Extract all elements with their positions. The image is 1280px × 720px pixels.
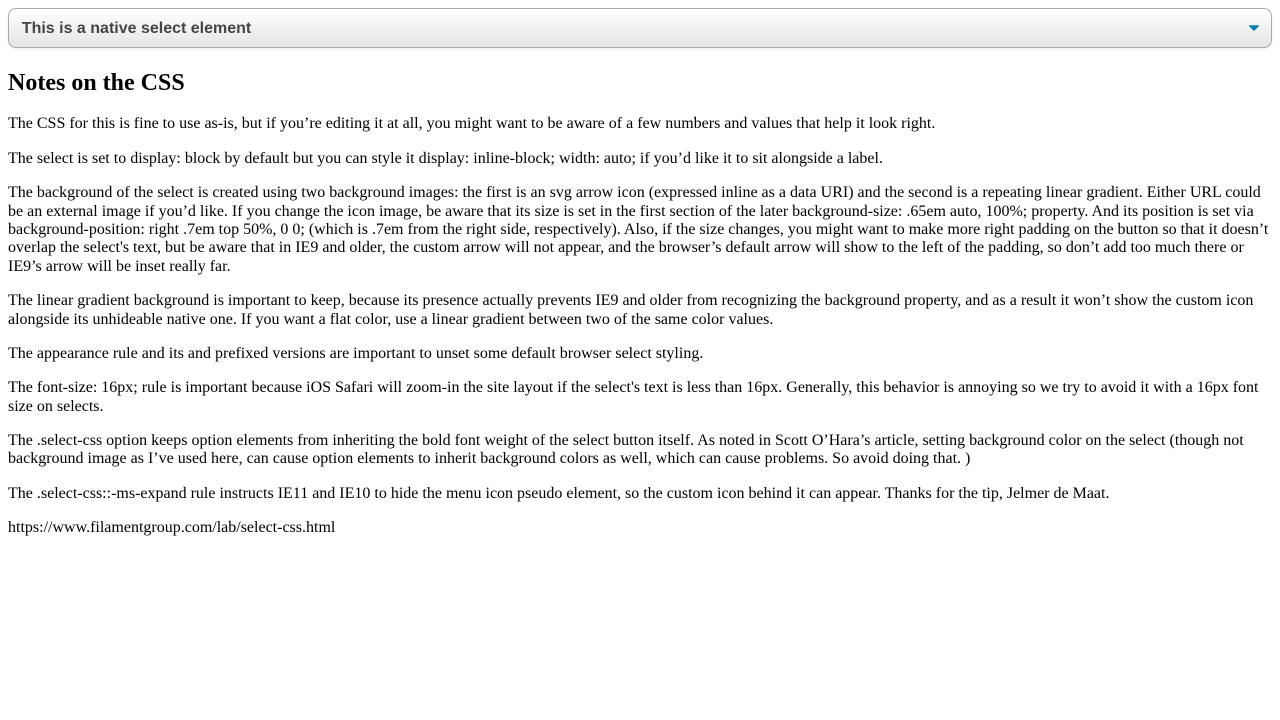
body-paragraph: The select is set to display: block by d… (8, 150, 1272, 168)
page-title: Notes on the CSS (8, 70, 1272, 97)
body-paragraph: The .select-css option keeps option elem… (8, 432, 1272, 469)
body-paragraph: The font-size: 16px; rule is important b… (8, 379, 1272, 416)
body-paragraph: The appearance rule and its and prefixed… (8, 345, 1272, 363)
body-paragraph: The linear gradient background is import… (8, 292, 1272, 329)
body-paragraph: The background of the select is created … (8, 184, 1272, 276)
body-paragraph: The .select-css::-ms-expand rule instruc… (8, 485, 1272, 503)
body-paragraph: The CSS for this is fine to use as-is, b… (8, 115, 1272, 133)
body-paragraph: https://www.filamentgroup.com/lab/select… (8, 519, 1272, 537)
native-select-element[interactable]: This is a native select elementApplesBan… (8, 8, 1272, 48)
